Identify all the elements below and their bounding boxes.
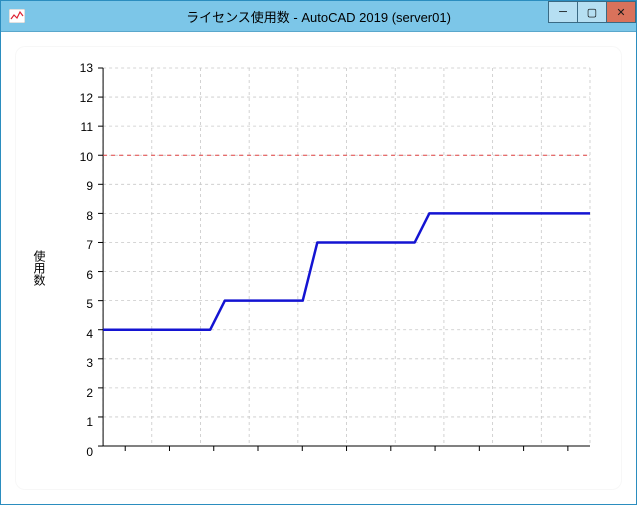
close-button[interactable]: ✕ (606, 1, 636, 23)
y-tick-label: 10 (67, 150, 93, 164)
y-tick-label: 9 (67, 179, 93, 193)
y-tick-label: 8 (67, 209, 93, 223)
window-title: ライセンス使用数 - AutoCAD 2019 (server01) (1, 7, 636, 26)
app-window: ライセンス使用数 - AutoCAD 2019 (server01) ─ ▢ ✕… (0, 0, 637, 505)
y-tick-label: 4 (67, 327, 93, 341)
y-tick-label: 13 (67, 61, 93, 75)
chart-frame: 使用数 012345678910111213 (15, 46, 622, 490)
client-area: 使用数 012345678910111213 (1, 32, 636, 504)
minimize-icon: ─ (559, 6, 567, 18)
maximize-icon: ▢ (587, 6, 597, 19)
chart-svg (97, 68, 590, 452)
window-controls: ─ ▢ ✕ (549, 1, 636, 23)
y-axis-label: 使用数 (31, 250, 48, 286)
y-tick-label: 1 (67, 415, 93, 429)
y-tick-label: 5 (67, 297, 93, 311)
maximize-button[interactable]: ▢ (577, 1, 607, 23)
y-tick-label: 7 (67, 238, 93, 252)
minimize-button[interactable]: ─ (548, 1, 578, 23)
y-tick-label: 6 (67, 268, 93, 282)
chart-icon (7, 6, 27, 26)
y-tick-label: 12 (67, 91, 93, 105)
y-tick-label: 3 (67, 356, 93, 370)
plot-area (97, 68, 590, 452)
y-tick-label: 11 (67, 120, 93, 134)
y-tick-label: 2 (67, 386, 93, 400)
close-icon: ✕ (616, 6, 625, 19)
titlebar[interactable]: ライセンス使用数 - AutoCAD 2019 (server01) ─ ▢ ✕ (1, 1, 636, 32)
y-tick-labels: 012345678910111213 (67, 68, 93, 452)
y-tick-label: 0 (67, 445, 93, 459)
